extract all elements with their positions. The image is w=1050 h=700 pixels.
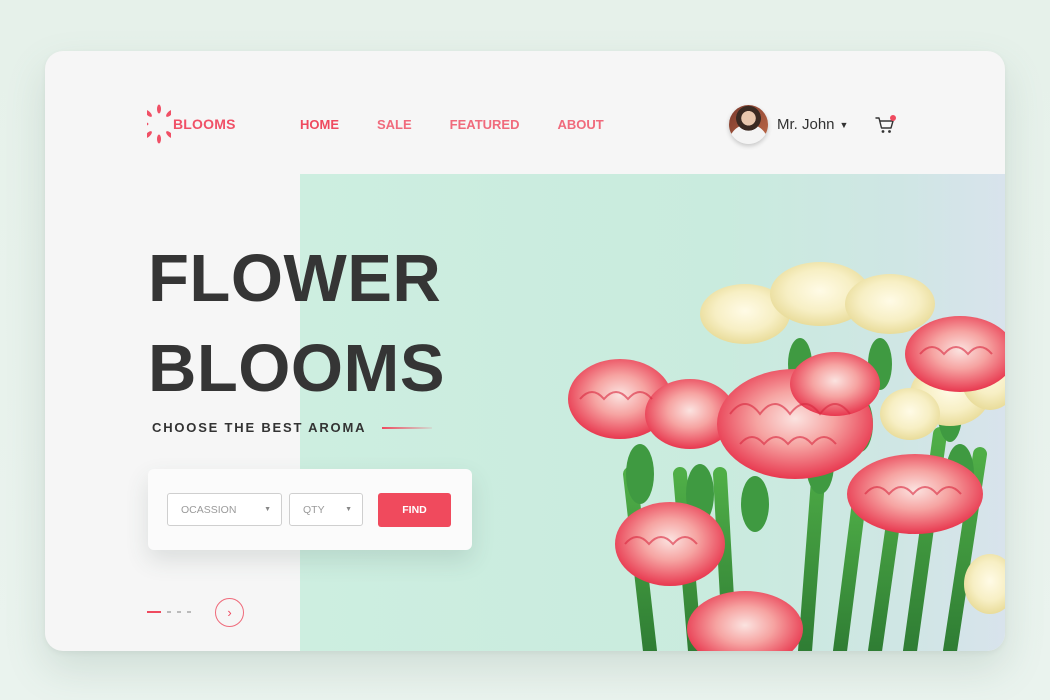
landing-card: BLOOMS HOME SALE FEATURED ABOUT Mr. John…	[45, 51, 1005, 651]
next-slide-button[interactable]: ›	[215, 598, 244, 627]
pager-dot[interactable]	[177, 611, 181, 613]
subtitle-accent-line	[382, 427, 432, 429]
hero-title-line-2: BLOOMS	[148, 331, 446, 406]
hero-title-line-1: FLOWER	[148, 241, 442, 316]
user-name: Mr. John	[777, 116, 835, 133]
nav-item-home[interactable]: HOME	[300, 117, 339, 132]
occasion-select-label: OCASSION	[181, 503, 237, 516]
occasion-select[interactable]: OCASSION ▼	[167, 493, 282, 526]
avatar[interactable]	[729, 105, 768, 144]
chevron-right-icon: ›	[227, 605, 232, 620]
user-menu[interactable]: Mr. John ▼	[729, 105, 848, 144]
cart-button[interactable]	[875, 114, 897, 136]
brand-name: BLOOMS	[173, 116, 236, 132]
flower-search-box: OCASSION ▼ QTY ▼ FIND	[148, 469, 472, 550]
dropdown-arrow-icon: ▼	[264, 506, 271, 513]
nav-item-featured[interactable]: FEATURED	[450, 117, 520, 132]
qty-select[interactable]: QTY ▼	[289, 493, 363, 526]
pager-dot[interactable]	[167, 611, 171, 613]
main-nav: HOME SALE FEATURED ABOUT	[300, 117, 604, 132]
find-button[interactable]: FIND	[378, 493, 451, 527]
hero-title: FLOWER BLOOMS	[148, 234, 445, 414]
dropdown-arrow-icon: ▼	[345, 506, 352, 513]
pager-dot-active[interactable]	[147, 611, 161, 613]
brand-logo[interactable]: BLOOMS	[147, 101, 236, 147]
qty-select-label: QTY	[303, 503, 325, 516]
cart-badge	[890, 115, 896, 121]
chevron-down-icon[interactable]: ▼	[840, 120, 849, 130]
hero-subtitle: CHOOSE THE BEST AROMA	[152, 420, 367, 435]
pager-dot[interactable]	[187, 611, 191, 613]
slide-pager	[147, 611, 191, 613]
nav-item-about[interactable]: ABOUT	[557, 117, 603, 132]
flower-logo-icon	[147, 104, 171, 144]
nav-item-sale[interactable]: SALE	[377, 117, 412, 132]
